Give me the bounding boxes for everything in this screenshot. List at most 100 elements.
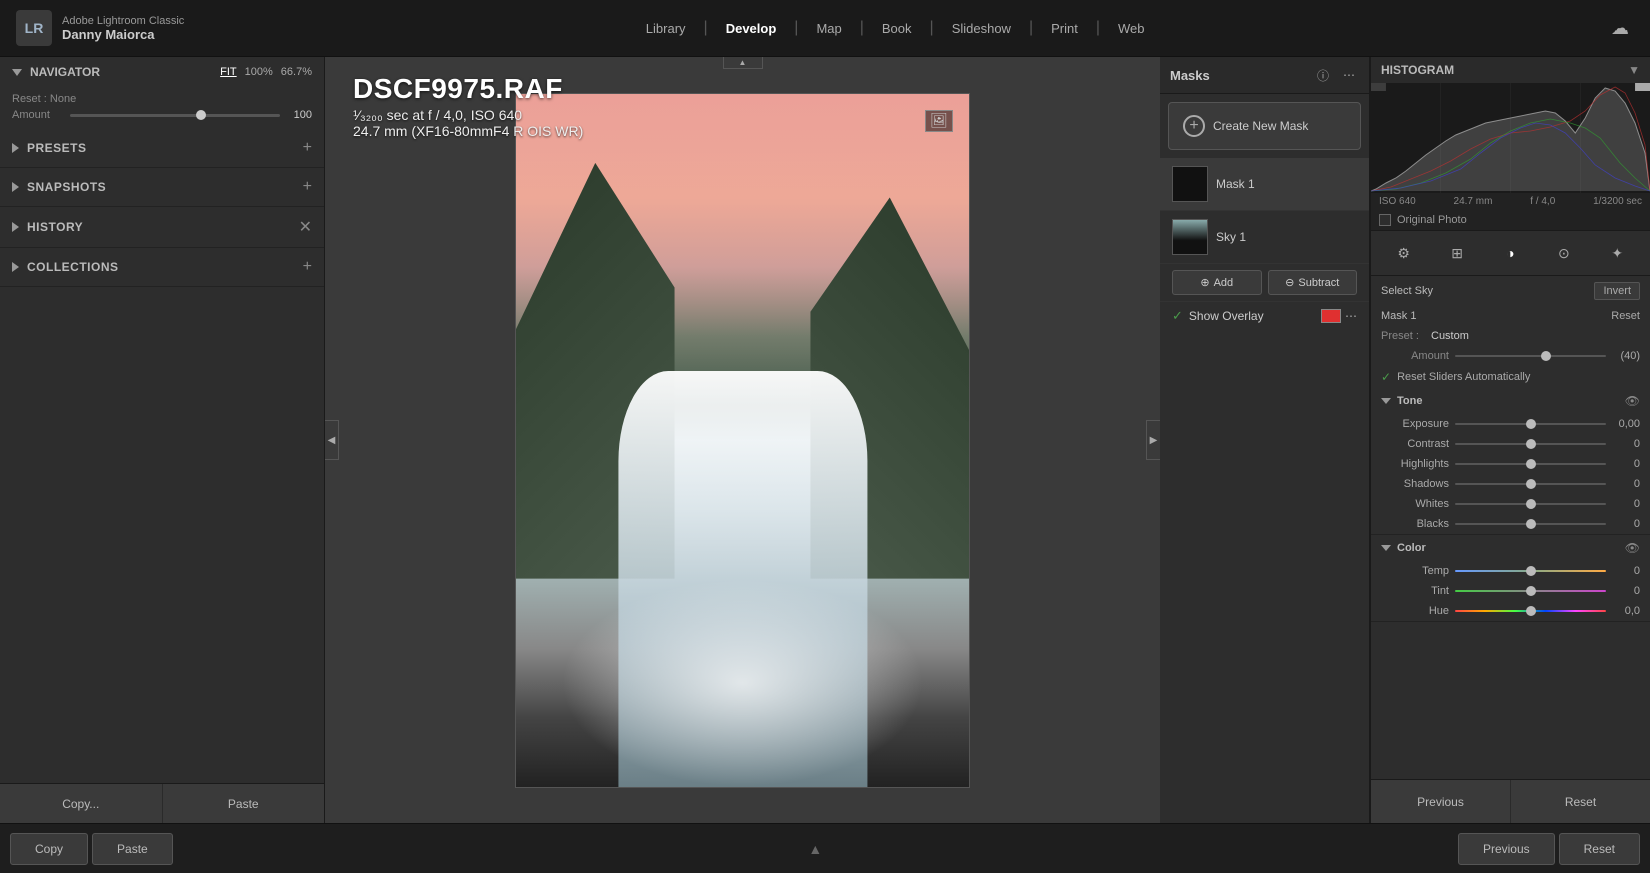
zoom-100[interactable]: 100% — [245, 66, 273, 78]
blacks-value: 0 — [1612, 518, 1640, 530]
create-new-mask-button[interactable]: + Create New Mask — [1168, 102, 1361, 150]
top-bar-right: ☁ — [1606, 14, 1634, 42]
shadows-slider[interactable] — [1455, 477, 1606, 491]
adjustments-icon[interactable]: ⚙ — [1388, 239, 1420, 267]
hue-row: Hue 0,0 — [1371, 601, 1650, 621]
reset-button[interactable]: Reset — [1511, 780, 1650, 823]
tone-expand-icon — [1381, 398, 1391, 404]
bottom-reset-button[interactable]: Reset — [1559, 833, 1640, 865]
whites-slider[interactable] — [1455, 497, 1606, 511]
masking-icon[interactable]: ◑ — [1494, 239, 1526, 267]
nav-print[interactable]: Print — [1037, 15, 1092, 42]
reset-none-row: Reset : None — [12, 93, 312, 105]
shadows-row: Shadows 0 — [1371, 474, 1650, 494]
overlay-color-swatch[interactable] — [1321, 309, 1341, 323]
reset-label: Reset : None — [12, 93, 76, 105]
bottom-copy-button[interactable]: Copy — [10, 833, 88, 865]
reset-sliders-check-icon[interactable]: ✓ — [1381, 370, 1391, 384]
tool-icons-row: ⚙ ⊞ ◑ ⊙ ✦ — [1371, 231, 1650, 276]
presets-label: Presets — [27, 141, 87, 155]
nav-develop[interactable]: Develop — [712, 15, 791, 42]
snapshots-expand-icon — [12, 182, 19, 192]
add-button[interactable]: ⊕ Add — [1172, 270, 1262, 295]
bottom-previous-button[interactable]: Previous — [1458, 833, 1555, 865]
tone-title: Tone — [1397, 395, 1422, 407]
hue-value: 0,0 — [1612, 605, 1640, 617]
show-overlay-ellipsis-icon[interactable]: ⋯ — [1345, 309, 1357, 323]
sky1-name: Sky 1 — [1216, 230, 1246, 244]
navigator-expand-icon — [12, 69, 22, 76]
masks-info-icon[interactable]: ⓘ — [1313, 65, 1333, 85]
zoom-66[interactable]: 66.7% — [281, 66, 312, 78]
reset-sliders-row: ✓ Reset Sliders Automatically — [1371, 366, 1650, 388]
collapse-left-btn[interactable]: ◀ — [325, 420, 339, 460]
mask-item-sky1[interactable]: Sky 1 — [1160, 211, 1369, 264]
top-nav: Library | Develop | Map | Book | Slidesh… — [632, 15, 1159, 42]
highlights-slider[interactable] — [1455, 457, 1606, 471]
histogram-arrow-icon[interactable]: ▼ — [1628, 63, 1640, 77]
history-clear-icon[interactable]: ✕ — [299, 217, 312, 237]
amount-sl-track[interactable] — [1455, 355, 1606, 357]
tone-section: Tone 👁 Exposure 0,00 Contrast — [1371, 388, 1650, 535]
presets-header[interactable]: Presets + — [0, 129, 324, 167]
history-header[interactable]: History ✕ — [0, 207, 324, 247]
settings-icon[interactable]: ✦ — [1601, 239, 1633, 267]
color-header[interactable]: Color 👁 — [1371, 535, 1650, 561]
amount-slider[interactable] — [70, 114, 280, 117]
snapshots-header[interactable]: Snapshots + — [0, 168, 324, 206]
exposure-slider[interactable] — [1455, 417, 1606, 431]
show-overlay-check-icon[interactable]: ✓ — [1172, 308, 1183, 324]
presets-add-icon[interactable]: + — [303, 139, 312, 157]
top-collapse-btn[interactable]: ▲ — [723, 57, 763, 69]
subtract-button[interactable]: ⊖ Subtract — [1268, 270, 1358, 295]
collections-label: Collections — [27, 260, 119, 274]
filmstrip-icon: ▲ — [808, 841, 822, 857]
paste-button[interactable]: Paste — [163, 784, 325, 823]
preset-label: Preset : — [1381, 330, 1431, 342]
exposure-row: Exposure 0,00 — [1371, 414, 1650, 434]
collapse-right-btn[interactable]: ▶ — [1146, 420, 1160, 460]
tone-visibility-icon[interactable]: 👁 — [1625, 394, 1640, 408]
meta-iso: ISO 640 — [1379, 196, 1416, 207]
nav-slideshow[interactable]: Slideshow — [938, 15, 1025, 42]
contrast-slider[interactable] — [1455, 437, 1606, 451]
temp-label: Temp — [1381, 565, 1449, 577]
crop-icon[interactable]: ⊞ — [1441, 239, 1473, 267]
navigator-zoom-options: FIT 100% 66.7% — [220, 66, 312, 78]
zoom-fit[interactable]: FIT — [220, 66, 237, 78]
nav-web[interactable]: Web — [1104, 15, 1159, 42]
sidebar-bottom-buttons: Copy... Paste — [0, 783, 324, 823]
tone-header[interactable]: Tone 👁 — [1371, 388, 1650, 414]
reset-sliders-label: Reset Sliders Automatically — [1397, 371, 1530, 383]
photo-icon-overlay: 🖼 — [925, 110, 953, 132]
whites-row: Whites 0 — [1371, 494, 1650, 514]
temp-slider[interactable] — [1455, 564, 1606, 578]
collections-add-icon[interactable]: + — [303, 258, 312, 276]
add-label: Add — [1214, 277, 1234, 289]
photo-background — [516, 94, 969, 787]
preset-row: Preset : Custom — [1371, 326, 1650, 346]
mask-item-1[interactable]: Mask 1 — [1160, 158, 1369, 211]
masks-more-icon[interactable]: ⋯ — [1339, 65, 1359, 85]
mask1-reset-btn[interactable]: Reset — [1611, 310, 1640, 322]
lr-logo: LR — [16, 10, 52, 46]
invert-button[interactable]: Invert — [1594, 282, 1640, 300]
nav-book[interactable]: Book — [868, 15, 926, 42]
blacks-slider[interactable] — [1455, 517, 1606, 531]
preset-amount-area: Reset : None Amount 100 — [0, 87, 324, 129]
cloud-icon[interactable]: ☁ — [1606, 14, 1634, 42]
bottom-paste-button[interactable]: Paste — [92, 833, 173, 865]
nav-map[interactable]: Map — [802, 15, 855, 42]
exposure-value: 0,00 — [1612, 418, 1640, 430]
copy-button[interactable]: Copy... — [0, 784, 163, 823]
original-photo-checkbox[interactable] — [1379, 214, 1391, 226]
redeye-icon[interactable]: ⊙ — [1548, 239, 1580, 267]
previous-button[interactable]: Previous — [1371, 780, 1511, 823]
tint-slider[interactable] — [1455, 584, 1606, 598]
nav-library[interactable]: Library — [632, 15, 700, 42]
color-visibility-icon[interactable]: 👁 — [1625, 541, 1640, 555]
waterfall-mist — [561, 579, 923, 787]
hue-slider[interactable] — [1455, 604, 1606, 618]
collections-header[interactable]: Collections + — [0, 248, 324, 286]
snapshots-add-icon[interactable]: + — [303, 178, 312, 196]
